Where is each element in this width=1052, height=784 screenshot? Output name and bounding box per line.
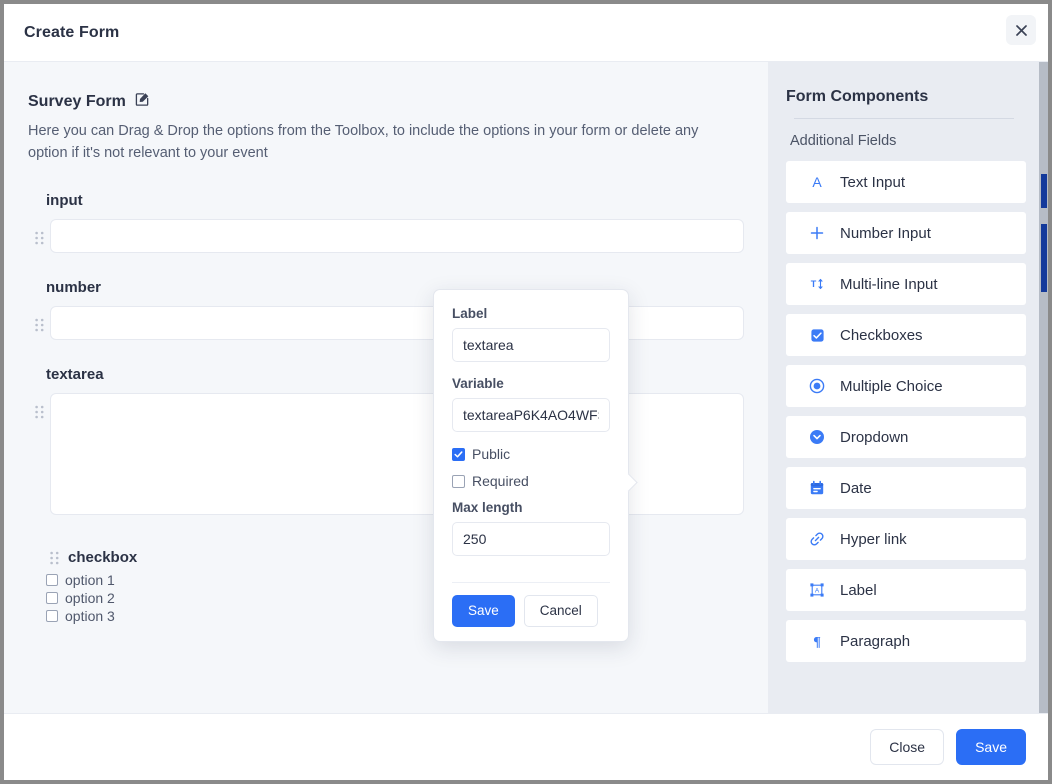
sidebar-item-checkboxes[interactable]: Checkboxes [786, 314, 1026, 356]
sidebar-title: Form Components [786, 88, 929, 105]
sidebar-item-label: Multi-line Input [840, 275, 938, 293]
sidebar-divider [794, 118, 1014, 119]
sidebar-item-date[interactable]: Date [786, 467, 1026, 509]
sidebar-item-label: Number Input [840, 224, 931, 242]
checkbox-option-label: option 2 [65, 590, 115, 607]
textarea-field[interactable] [50, 393, 744, 516]
radio-selected-icon [808, 378, 826, 394]
sidebar-item-multiline-input[interactable]: T Multi-line Input [786, 263, 1026, 305]
required-label: Required [472, 473, 529, 489]
required-checkbox-row[interactable]: Required [452, 473, 610, 489]
form-field-input: input [28, 192, 744, 254]
sidebar-item-label: Multiple Choice [840, 377, 943, 395]
form-components-sidebar: Form Components Additional Fields A Text… [768, 62, 1048, 713]
checkbox-option[interactable]: option 3 [46, 608, 744, 624]
modal-header: Create Form [4, 4, 1048, 62]
checkbox-icon[interactable] [46, 610, 58, 623]
form-name: Survey Form [28, 93, 126, 110]
checkbox-option[interactable]: option 1 [46, 572, 744, 588]
sidebar-item-text-input[interactable]: A Text Input [786, 161, 1026, 203]
modal-body: Survey Form Here you can Drag & Drop the… [4, 62, 1048, 713]
field-label: input [46, 192, 83, 210]
sidebar-item-label: Label [840, 581, 877, 599]
scroll-marker [1041, 174, 1047, 208]
form-canvas: Survey Form Here you can Drag & Drop the… [4, 62, 768, 713]
popup-maxlength-heading: Max length [452, 500, 523, 515]
modal-footer: Close Save [4, 713, 1048, 780]
svg-text:T: T [811, 279, 817, 289]
sidebar-item-label: Checkboxes [840, 326, 923, 344]
svg-text:¶: ¶ [813, 635, 821, 649]
checkbox-option[interactable]: option 2 [46, 590, 744, 606]
close-modal-button[interactable] [1006, 15, 1036, 45]
close-icon [1015, 24, 1027, 36]
popup-variable-heading: Variable [452, 376, 504, 391]
scroll-marker [1041, 224, 1047, 292]
label-input[interactable] [452, 328, 610, 362]
popup-cancel-button[interactable]: Cancel [523, 595, 598, 627]
popup-divider [452, 582, 610, 583]
checkbox-option-label: option 1 [65, 572, 115, 589]
sidebar-item-label: Date [840, 479, 872, 497]
field-label: textarea [46, 366, 104, 384]
sidebar-item-paragraph[interactable]: ¶ Paragraph [786, 620, 1026, 662]
text-input-field[interactable] [50, 219, 744, 254]
form-field-checkbox-group: checkbox option 1 option 2 option 3 [28, 549, 744, 624]
form-field-textarea: textarea [28, 366, 744, 516]
sidebar-item-label: Paragraph [840, 632, 911, 650]
calendar-icon [808, 480, 826, 496]
form-description: Here you can Drag & Drop the options fro… [28, 123, 699, 162]
edit-pencil-icon[interactable] [135, 92, 150, 112]
letter-a-icon: A [808, 174, 826, 190]
public-label: Public [472, 446, 511, 462]
sidebar-item-label[interactable]: A Label [786, 569, 1026, 611]
sidebar-item-label: Text Input [840, 173, 906, 191]
checkbox-icon[interactable] [46, 574, 58, 587]
popup-save-button[interactable]: Save [452, 595, 515, 627]
sidebar-item-dropdown[interactable]: Dropdown [786, 416, 1026, 458]
sidebar-item-label: Hyper link [840, 530, 907, 548]
field-label: number [46, 279, 102, 297]
drag-handle-icon[interactable] [28, 219, 50, 245]
public-checkbox-icon[interactable] [452, 447, 465, 461]
drag-handle-icon[interactable] [50, 551, 59, 565]
pilcrow-icon: ¶ [808, 633, 826, 649]
required-checkbox-icon[interactable] [452, 474, 465, 488]
svg-text:A: A [815, 588, 820, 595]
drag-handle-icon[interactable] [28, 306, 50, 332]
popup-label-heading: Label [452, 306, 488, 321]
sidebar-item-label: Dropdown [840, 428, 909, 446]
create-form-modal: Create Form Survey Form Here you can Dra… [0, 0, 1052, 784]
page-title: Create Form [24, 23, 120, 41]
maxlength-input[interactable] [452, 522, 610, 556]
checkbox-option-label: option 3 [65, 608, 115, 625]
field-settings-popup: Label Variable Public Required M [433, 289, 629, 642]
save-button[interactable]: Save [956, 729, 1026, 765]
sidebar-item-multiple-choice[interactable]: Multiple Choice [786, 365, 1026, 407]
checkbox-icon[interactable] [46, 592, 58, 605]
checkbox-checked-icon [808, 328, 826, 343]
sidebar-subtitle: Additional Fields [790, 133, 897, 149]
form-field-number: number [28, 279, 744, 341]
svg-text:A: A [812, 174, 822, 190]
plus-icon [808, 225, 826, 241]
public-checkbox-row[interactable]: Public [452, 446, 610, 462]
sidebar-item-hyper-link[interactable]: Hyper link [786, 518, 1026, 560]
form-name-row: Survey Form [28, 92, 744, 112]
number-input-field[interactable] [50, 306, 744, 341]
sidebar-scrollbar[interactable] [1039, 62, 1048, 713]
checkbox-group-label: checkbox [68, 549, 138, 567]
chevron-down-circle-icon [808, 429, 826, 445]
sidebar-item-number-input[interactable]: Number Input [786, 212, 1026, 254]
close-button[interactable]: Close [870, 729, 945, 765]
variable-input[interactable] [452, 398, 610, 432]
link-chain-icon [808, 531, 826, 547]
text-resize-icon: T [808, 276, 826, 292]
label-frame-icon: A [808, 582, 826, 598]
drag-handle-icon[interactable] [28, 393, 50, 419]
